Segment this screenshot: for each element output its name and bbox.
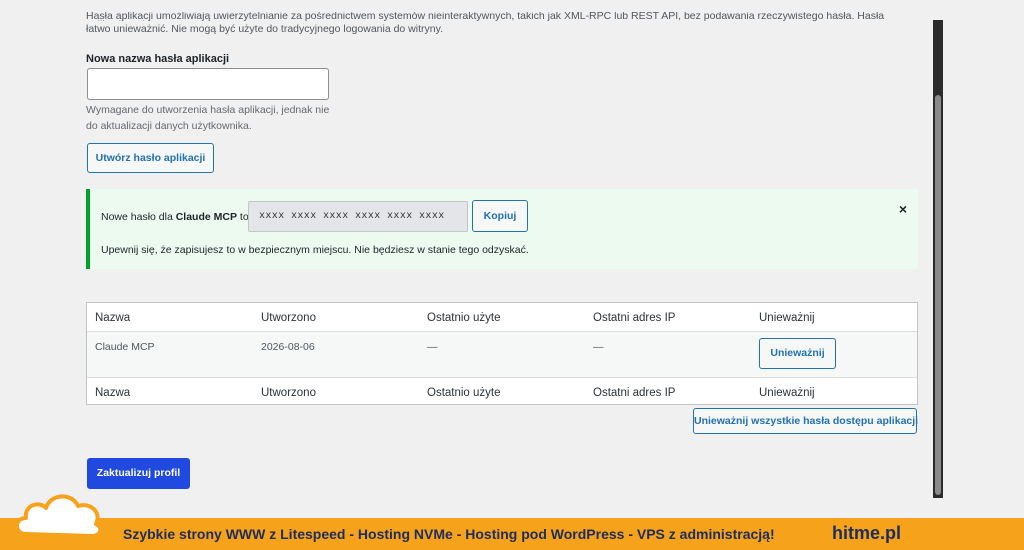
- intro-line-2: łatwo unieważnić. Nie mogą być użyte do …: [86, 23, 443, 35]
- promo-banner: Szybkie strony WWW z Litespeed - Hosting…: [0, 518, 1024, 550]
- notice-prefix: Nowe hasło dla: [101, 211, 176, 223]
- column-header-name: Nazwa: [95, 312, 131, 324]
- app-passwords-table: Nazwa Utworzono Ostatnio użyte Ostatni a…: [86, 302, 918, 405]
- generated-password-field[interactable]: xxxx xxxx xxxx xxxx xxxx xxxx: [248, 201, 468, 232]
- revoke-all-passwords-button[interactable]: Unieważnij wszystkie hasła dostępu aplik…: [693, 408, 918, 434]
- scrollbar-thumb[interactable]: [935, 95, 941, 495]
- column-footer-created: Utworzono: [261, 387, 316, 399]
- row-last-ip: —: [593, 341, 604, 353]
- revoke-password-button[interactable]: Unieważnij: [759, 338, 836, 369]
- new-password-name-input[interactable]: [87, 68, 329, 100]
- column-header-last-used: Ostatnio użyte: [427, 312, 501, 324]
- row-name: Claude MCP: [95, 341, 155, 353]
- application-passwords-section: Hasła aplikacji umożliwiają uwierzytelni…: [86, 0, 918, 518]
- copy-password-button[interactable]: Kopiuj: [472, 200, 528, 232]
- column-footer-revoke: Unieważnij: [759, 387, 815, 399]
- column-footer-name: Nazwa: [95, 387, 131, 399]
- column-footer-last-ip: Ostatni adres IP: [593, 387, 676, 399]
- dismiss-notice-close-icon[interactable]: ×: [896, 201, 910, 217]
- intro-text: Hasła aplikacji umożliwiają uwierzytelni…: [86, 12, 918, 38]
- name-help-text: Wymagane do utworzenia hasła aplikacji, …: [86, 104, 330, 132]
- new-password-name-label: Nowa nazwa hasła aplikacji: [86, 53, 230, 65]
- table-footer-row: Nazwa Utworzono Ostatnio użyte Ostatni a…: [87, 377, 917, 405]
- new-password-notice: Nowe hasło dla Claude MCP to: xxxx xxxx …: [86, 189, 918, 269]
- intro-line-1: Hasła aplikacji umożliwiają uwierzytelni…: [86, 12, 885, 21]
- table-row: Claude MCP 2026-08-06 — — Unieważnij: [87, 332, 917, 377]
- column-footer-last-used: Ostatnio użyte: [427, 387, 501, 399]
- promo-tagline: Szybkie strony WWW z Litespeed - Hosting…: [123, 526, 775, 542]
- create-app-password-button[interactable]: Utwórz hasło aplikacji: [87, 143, 214, 173]
- row-last-used: —: [427, 341, 438, 353]
- column-header-created: Utworzono: [261, 312, 316, 324]
- table-header-row: Nazwa Utworzono Ostatnio użyte Ostatni a…: [87, 303, 917, 332]
- notice-app-name: Claude MCP: [175, 211, 237, 223]
- cloud-logo-icon: [15, 494, 103, 538]
- column-header-last-ip: Ostatni adres IP: [593, 312, 676, 324]
- brand-logo-text: hitme.pl: [832, 523, 902, 543]
- row-created: 2026-08-06: [261, 341, 315, 353]
- column-header-revoke: Unieważnij: [759, 312, 815, 324]
- save-warning-text: Upewnij się, że zapisujesz to w bezpiecz…: [101, 244, 529, 256]
- update-profile-button[interactable]: Zaktualizuj profil: [87, 458, 190, 489]
- new-password-line: Nowe hasło dla Claude MCP to:: [101, 211, 252, 223]
